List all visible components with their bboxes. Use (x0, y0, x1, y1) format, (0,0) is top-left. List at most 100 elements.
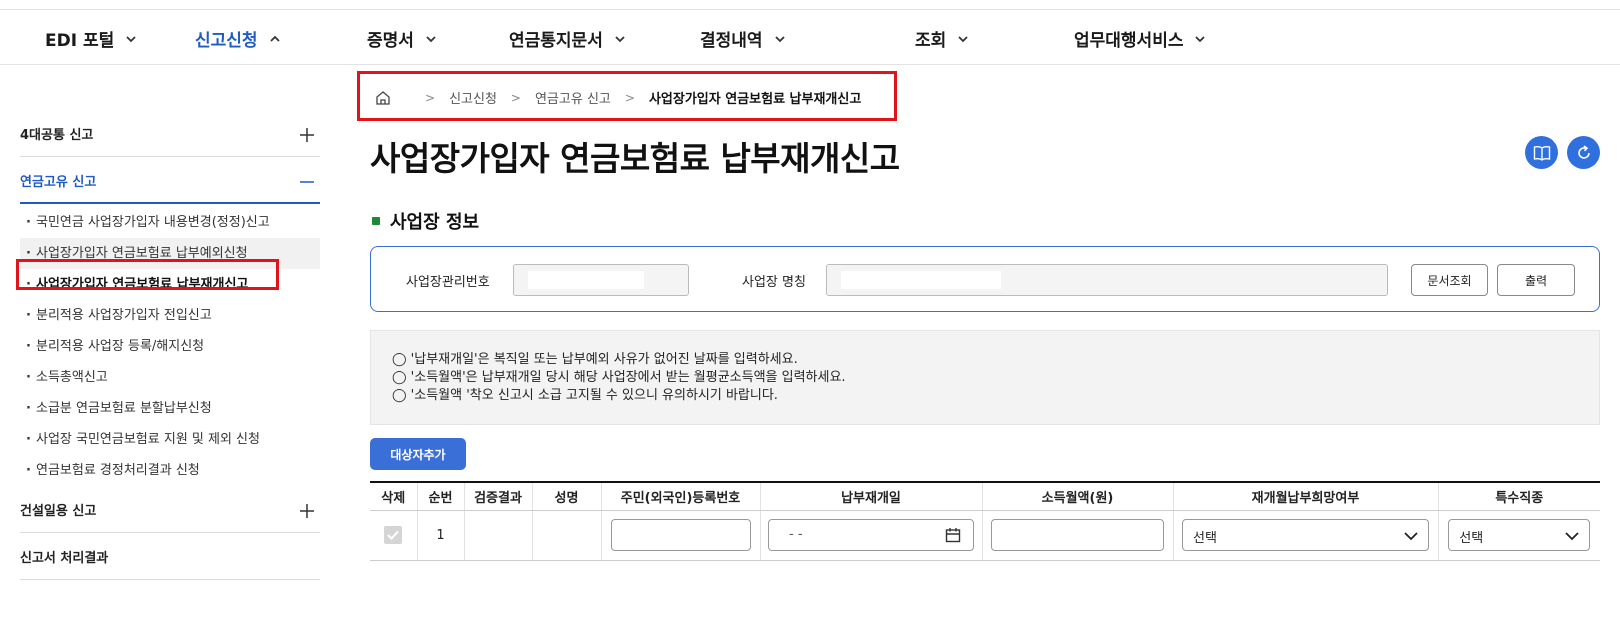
nav-label: EDI 포털 (45, 31, 115, 51)
plus-icon[interactable] (300, 127, 314, 142)
chevron-down-icon (1404, 530, 1418, 545)
nav-label: 증명서 (367, 31, 414, 51)
special-job-cell: 선택 (1437, 510, 1600, 561)
column-header: 소득월액(원) (981, 481, 1173, 511)
column-header: 납부재개일 (759, 481, 982, 511)
sidebar-section-label: 건설일용 신고 (20, 504, 97, 519)
chevron-down-icon (1565, 530, 1579, 545)
add-target-button[interactable]: 대상자추가 (370, 438, 466, 470)
nav-pension-notices[interactable]: 연금통지문서 (509, 26, 625, 51)
mgmt-no-label: 사업장관리번호 (406, 275, 490, 290)
section-title-workplace: 사업장 정보 (372, 208, 479, 234)
chevron-down-icon (615, 34, 625, 44)
sidebar-section-construction[interactable]: 건설일용 신고 (20, 486, 320, 533)
sidebar-item-total-income[interactable]: 소득총액신고 (20, 362, 320, 393)
workplace-name-field (826, 264, 1388, 296)
sidebar-item-content-change[interactable]: 국민연금 사업장가입자 내용변경(정정)신고 (20, 207, 320, 238)
sidebar-section-label: 연금고유 신고 (20, 175, 97, 190)
nav-label: 업무대행서비스 (1074, 31, 1184, 51)
seq-cell: 1 (416, 510, 464, 561)
breadcrumb-item[interactable]: 연금고유 신고 (535, 88, 611, 107)
sidebar-item-installment[interactable]: 소급분 연금보험료 분할납부신청 (20, 393, 320, 424)
top-navigation: EDI 포털 신고신청 증명서 연금통지문서 결정내역 조회 업무대행서비스 (0, 10, 1620, 65)
table-row: 1 - - 선택 선택 (370, 510, 1600, 561)
sidebar-item-label: 국민연금 사업장가입자 내용변경(정정)신고 (36, 215, 270, 230)
chevron-right-icon: > (510, 90, 521, 105)
notice-line: ◯ '소득월액 '착오 신고시 소급 고지될 수 있으니 유의하시기 바랍니다. (392, 388, 778, 403)
sidebar-item-support[interactable]: 사업장 국민연금보험료 지원 및 제외 신청 (20, 424, 320, 455)
nav-label: 신고신청 (195, 31, 258, 51)
resume-date-cell: - - (759, 510, 982, 561)
nav-certificates[interactable]: 증명서 (367, 26, 436, 51)
sidebar-section-label: 신고서 처리결과 (20, 551, 109, 566)
special-job-select[interactable]: 선택 (1448, 519, 1591, 551)
page-title: 사업장가입자 연금보험료 납부재개신고 (370, 139, 900, 178)
nav-inquiry[interactable]: 조회 (915, 26, 968, 51)
mgmt-no-field (513, 264, 689, 296)
sidebar-section-common[interactable]: 4대공통 신고 (20, 110, 320, 157)
nav-label: 조회 (915, 31, 947, 51)
column-header: 특수직종 (1437, 481, 1600, 511)
sidebar-item-correction[interactable]: 연금보험료 경정처리결과 신청 (20, 455, 320, 486)
section-bullet-icon (372, 217, 380, 225)
book-icon[interactable] (1525, 136, 1558, 169)
delete-cell (370, 510, 417, 561)
notice-line: ◯ '납부재개일'은 복직일 또는 납부예외 사유가 없어진 날짜를 입력하세요… (392, 352, 798, 367)
name-cell (531, 510, 601, 561)
workplace-name-label: 사업장 명칭 (742, 275, 806, 290)
column-header: 재개월납부희망여부 (1172, 481, 1438, 511)
table-header-row: 삭제 순번 검증결과 성명 주민(외국인)등록번호 납부재개일 소득월액(원) … (370, 481, 1600, 511)
sidebar-section-pension[interactable]: 연금고유 신고 (20, 157, 320, 204)
sidebar-item-label: 연금보험료 경정처리결과 신청 (36, 463, 200, 478)
sidebar-section-results[interactable]: 신고서 처리결과 (20, 533, 320, 580)
document-lookup-button[interactable]: 문서조회 (1411, 264, 1488, 296)
workplace-name-value (841, 271, 1001, 289)
column-header: 성명 (531, 481, 601, 511)
nav-label: 결정내역 (700, 31, 763, 51)
workplace-info-box: 사업장관리번호 사업장 명칭 문서조회 출력 (370, 246, 1600, 312)
sidebar-item-label: 소득총액신고 (36, 370, 108, 385)
nav-label: 연금통지문서 (509, 31, 603, 51)
resume-date-input[interactable]: - - (768, 519, 974, 551)
chevron-right-icon: > (624, 90, 635, 105)
sidebar-submenu: 국민연금 사업장가입자 내용변경(정정)신고 사업장가입자 연금보험료 납부예외… (20, 204, 320, 486)
rrn-input[interactable] (610, 519, 751, 551)
resume-flag-cell: 선택 (1172, 510, 1438, 561)
chevron-down-icon (426, 34, 436, 44)
resume-flag-select[interactable]: 선택 (1182, 519, 1429, 551)
select-value: 선택 (1193, 531, 1217, 546)
nav-agency-services[interactable]: 업무대행서비스 (1074, 26, 1206, 51)
sidebar-item-label: 소급분 연금보험료 분할납부신청 (36, 401, 212, 416)
rrn-cell (600, 510, 760, 561)
column-header: 검증결과 (463, 481, 532, 511)
sidebar-item-transfer-in[interactable]: 분리적용 사업장가입자 전입신고 (20, 300, 320, 331)
sidebar-item-label: 분리적용 사업장가입자 전입신고 (36, 308, 212, 323)
column-header: 삭제 (370, 481, 417, 511)
mgmt-no-value (528, 271, 644, 289)
breadcrumb-item[interactable]: 신고신청 (449, 88, 497, 107)
select-value: 선택 (1459, 531, 1484, 546)
nav-edi-portal[interactable]: EDI 포털 (45, 26, 136, 51)
nav-report-apply[interactable]: 신고신청 (195, 26, 280, 51)
chevron-down-icon (126, 34, 136, 44)
sidebar-item-register-cancel[interactable]: 분리적용 사업장 등록/해지신청 (20, 331, 320, 362)
column-header: 순번 (416, 481, 464, 511)
home-icon[interactable] (375, 90, 391, 106)
sidebar-item-label: 분리적용 사업장 등록/해지신청 (36, 339, 205, 354)
calendar-icon[interactable] (945, 527, 961, 547)
target-table: 삭제 순번 검증결과 성명 주민(외국인)등록번호 납부재개일 소득월액(원) … (370, 481, 1600, 561)
validation-cell (463, 510, 532, 561)
minus-icon[interactable] (300, 174, 314, 188)
plus-icon[interactable] (300, 503, 314, 518)
delete-checkbox[interactable] (384, 526, 403, 544)
monthly-income-input[interactable] (991, 519, 1164, 551)
highlight-box-sidebar (16, 259, 279, 290)
sidebar-section-label: 4대공통 신고 (20, 128, 94, 143)
sidebar-item-label: 사업장 국민연금보험료 지원 및 제외 신청 (36, 432, 260, 447)
breadcrumb: > 신고신청 > 연금고유 신고 > 사업장가입자 연금보험료 납부재개신고 (375, 88, 861, 107)
print-button[interactable]: 출력 (1497, 264, 1575, 296)
refresh-icon[interactable] (1567, 136, 1600, 169)
monthly-income-cell (981, 510, 1173, 561)
nav-decisions[interactable]: 결정내역 (700, 26, 785, 51)
sidebar: 4대공통 신고 연금고유 신고 국민연금 사업장가입자 내용변경(정정)신고 사… (20, 110, 320, 580)
